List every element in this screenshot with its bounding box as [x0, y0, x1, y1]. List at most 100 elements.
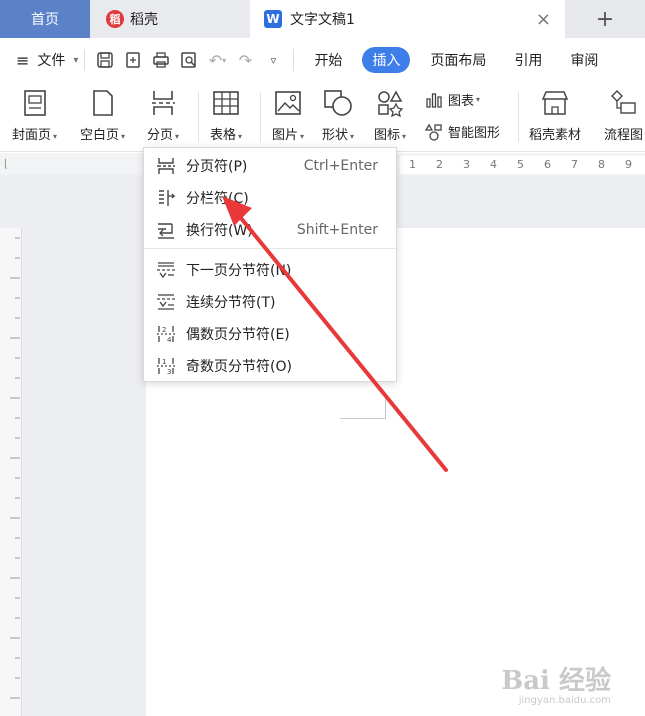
menu-item-next-page-section[interactable]: 下一页分节符(N)	[144, 254, 396, 286]
ruler-tick-label: 8	[598, 158, 605, 171]
smart-shape-icon	[425, 123, 442, 141]
shortcut-label: Ctrl+Enter	[303, 158, 378, 174]
save-icon[interactable]	[91, 38, 119, 82]
ribbon-tab-insert[interactable]: 插入	[362, 47, 411, 73]
undo-icon[interactable]: ↶ ▾	[203, 38, 231, 82]
column-break-icon	[155, 188, 177, 208]
baidu-jingyan-watermark: Bai 经验 jingyan.baidu.com	[501, 660, 611, 706]
smart-shape-button[interactable]: 智能图形	[425, 122, 500, 141]
divider	[144, 248, 396, 249]
picture-label: 图片	[272, 128, 299, 143]
ribbon-tab-review[interactable]: 审阅	[556, 38, 598, 82]
hamburger-icon: ≡	[16, 50, 30, 70]
tab-home[interactable]: 首页	[0, 0, 90, 38]
flowchart-icon	[609, 88, 639, 118]
ruler-tick-label: 9	[625, 158, 632, 171]
print-preview-icon[interactable]	[175, 38, 203, 82]
page-break-label: 分页	[147, 128, 174, 143]
flowchart-label: 流程图	[604, 128, 644, 143]
redo-icon[interactable]: ↷	[231, 38, 259, 82]
ruler-tick-label: 6	[544, 158, 551, 171]
ruler-tick-label: 1	[409, 158, 416, 171]
cover-page-button[interactable]: 封面页 ▾	[12, 88, 57, 143]
margin-corner-marker	[340, 395, 386, 419]
chart-button[interactable]: 图表 ▾	[425, 90, 480, 109]
smart-shape-label: 智能图形	[448, 126, 501, 141]
tab-document-label: 文字文稿1	[290, 12, 355, 28]
new-tab-button[interactable]: +	[565, 0, 645, 38]
tab-bar: 首页 稻 稻壳 W 文字文稿1 × +	[0, 0, 645, 38]
file-menu-label: 文件	[37, 53, 66, 69]
cover-page-label: 封面页	[12, 128, 52, 143]
daoke-logo-icon: 稻	[106, 10, 124, 28]
tab-document[interactable]: W 文字文稿1 ×	[250, 0, 565, 38]
menu-item-label: 分页符(P)	[186, 159, 248, 175]
print-icon[interactable]	[147, 38, 175, 82]
line-break-icon	[155, 220, 177, 240]
ribbon-tab-references[interactable]: 引用	[500, 38, 556, 82]
ruler-corner-icon: ⌊	[4, 157, 9, 170]
ruler-tick-label: 7	[571, 158, 578, 171]
shape-button[interactable]: 形状 ▾	[322, 88, 354, 143]
ribbon-tab-page-layout[interactable]: 页面布局	[416, 38, 500, 82]
insert-toolbar: 封面页 ▾ 空白页 ▾ 分页 ▾ 表格 ▾ 图片 ▾ 形状 ▾ 图标 ▾ 图表 …	[0, 82, 645, 152]
ribbon-tab-start[interactable]: 开始	[300, 38, 356, 82]
cover-page-icon	[20, 88, 50, 118]
close-tab-icon[interactable]: ×	[536, 9, 551, 30]
divider	[260, 92, 261, 142]
wps-writer-icon: W	[264, 10, 282, 28]
page-break-icon	[148, 88, 178, 118]
store-icon	[540, 88, 570, 118]
chevron-down-icon: ▾	[73, 54, 79, 66]
daoke-material-button[interactable]: 稻壳素材	[529, 88, 581, 143]
menu-item-line-break[interactable]: 换行符(W) Shift+Enter	[144, 214, 396, 246]
divider	[293, 49, 295, 71]
blank-page-button[interactable]: 空白页 ▾	[80, 88, 125, 143]
icon-library-icon	[375, 88, 405, 118]
menu-item-label: 奇数页分节符(O)	[186, 359, 292, 375]
ruler-tick-label: 3	[463, 158, 470, 171]
vertical-ruler	[0, 228, 22, 716]
tab-daoke-label: 稻壳	[130, 12, 158, 28]
menu-item-label: 偶数页分节符(E)	[186, 327, 290, 343]
menu-item-label: 下一页分节符(N)	[186, 263, 292, 279]
continuous-section-icon	[155, 292, 177, 312]
shape-icon	[323, 88, 353, 118]
watermark-main: Bai 经验	[501, 666, 611, 696]
menu-item-label: 连续分节符(T)	[186, 295, 276, 311]
more-icon[interactable]: ▿	[259, 38, 287, 82]
svg-text:3: 3	[167, 368, 171, 376]
menu-item-odd-page-section[interactable]: 13 奇数页分节符(O)	[144, 350, 396, 382]
shape-label: 形状	[322, 128, 349, 143]
icon-label: 图标	[374, 128, 401, 143]
picture-icon	[273, 88, 303, 118]
ruler-tick-label: 2	[436, 158, 443, 171]
even-page-section-icon: 24	[155, 324, 177, 344]
divider	[198, 92, 199, 142]
chart-icon	[426, 92, 442, 108]
svg-text:2: 2	[162, 326, 166, 334]
page-break-icon	[155, 156, 177, 176]
ruler-tick-label: 4	[490, 158, 497, 171]
table-button[interactable]: 表格 ▾	[210, 88, 242, 143]
flowchart-button[interactable]: 流程图	[604, 88, 643, 143]
divider	[84, 49, 86, 71]
plus-icon: +	[595, 6, 615, 32]
menu-item-page-break[interactable]: 分页符(P) Ctrl+Enter	[144, 150, 396, 182]
page-break-dropdown: 分页符(P) Ctrl+Enter 分栏符(C) 换行符(W) Shift+En…	[143, 147, 397, 382]
svg-text:1: 1	[162, 358, 166, 366]
icon-button[interactable]: 图标 ▾	[374, 88, 406, 143]
menu-item-even-page-section[interactable]: 24 偶数页分节符(E)	[144, 318, 396, 350]
file-menu[interactable]: ≡ 文件 ▾	[0, 38, 78, 82]
menu-item-continuous-section[interactable]: 连续分节符(T)	[144, 286, 396, 318]
menu-item-label: 换行符(W)	[186, 223, 253, 239]
shortcut-label: Shift+Enter	[296, 222, 378, 238]
page-break-button[interactable]: 分页 ▾	[147, 88, 179, 143]
next-page-section-icon	[155, 260, 177, 280]
export-pdf-icon[interactable]	[119, 38, 147, 82]
menu-item-column-break[interactable]: 分栏符(C)	[144, 182, 396, 214]
tab-daoke[interactable]: 稻 稻壳	[90, 0, 250, 38]
picture-button[interactable]: 图片 ▾	[272, 88, 304, 143]
tab-home-label: 首页	[31, 12, 59, 28]
ruler-tick-label: 5	[517, 158, 524, 171]
